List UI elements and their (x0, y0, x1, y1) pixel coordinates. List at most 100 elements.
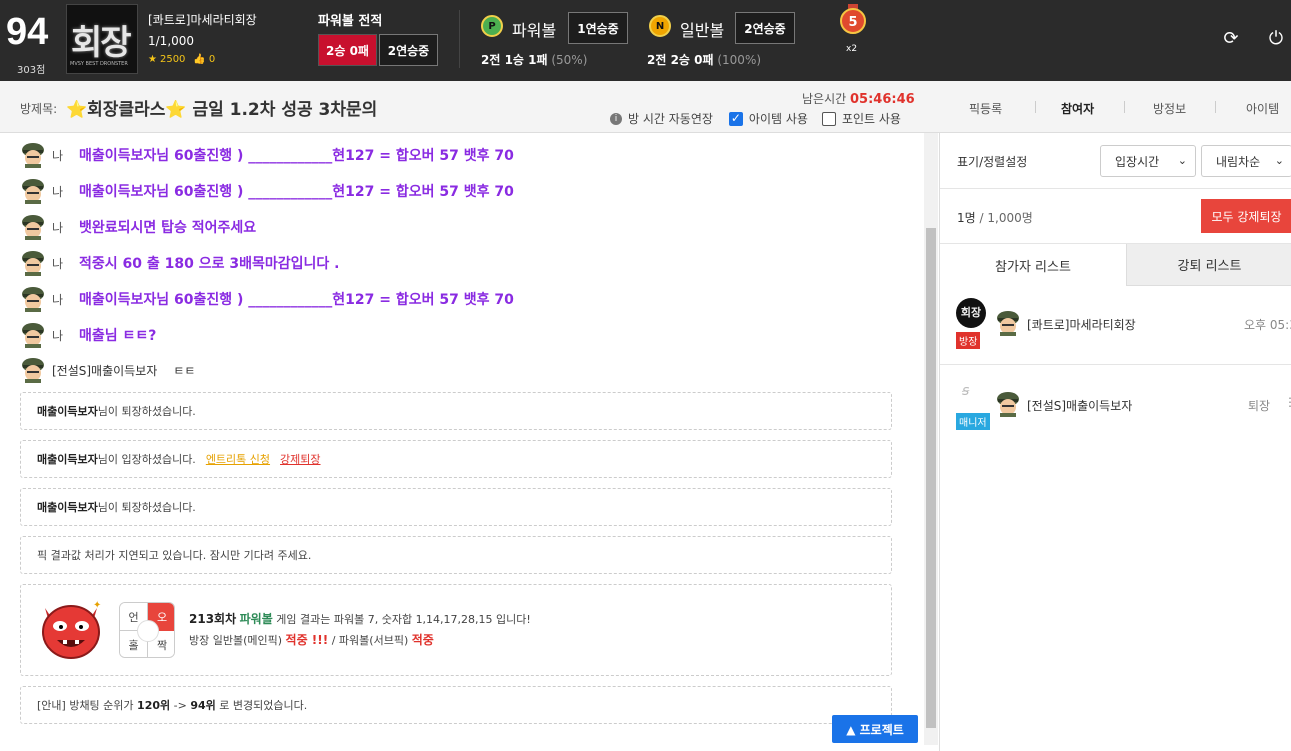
room-title-label: 방제목: (20, 102, 58, 116)
participant-row[interactable]: ꞩ 매니저 [전설S]매출이득보자 퇴장 ⋮ (940, 377, 1291, 441)
svg-text:✦: ✦ (93, 600, 101, 611)
point-use-label[interactable]: 포인트 사용 (842, 110, 901, 127)
chat-area: 나 매출이득보자님 60출진행 ) ____________현127 = 합오버… (0, 133, 924, 745)
soldier-avatar-icon (997, 311, 1019, 336)
tab-kicked[interactable]: 강퇴 리스트 (1126, 244, 1291, 286)
nav-pick-register[interactable]: 픽등록 (969, 100, 1002, 117)
info-icon: i (610, 112, 622, 125)
soldier-avatar-icon (22, 215, 44, 240)
host-stats: ★ 2500 👍 0 (148, 54, 215, 65)
soldier-avatar-icon (22, 358, 44, 383)
nav-items[interactable]: 아이템 (1246, 100, 1279, 117)
chat-sender-name[interactable]: [전설S]매출이득보자 (52, 362, 157, 379)
chat-message: 나 매출님 ㅌㅌ? (20, 320, 156, 350)
medal-number: 5 (848, 15, 857, 30)
soldier-avatar-icon (22, 179, 44, 204)
item-use-checkbox[interactable] (728, 111, 743, 126)
powerball-p-icon: P (481, 15, 503, 37)
refresh-icon[interactable]: ⟳ (1220, 28, 1242, 50)
host-name: [콰트로]마세라티회장 (148, 13, 257, 27)
nav-participants[interactable]: 참여자 (1061, 100, 1094, 117)
nav-separator (1124, 101, 1125, 113)
system-message: 매출이득보자 님이 퇴장하셨습니다. (20, 392, 892, 430)
room-title: ⭐회장클라스⭐ 금일 1.2차 성공 3차문의 (66, 100, 378, 120)
normalball-n-icon: N (649, 15, 671, 37)
like-stat: 👍 0 (193, 54, 216, 65)
normalball-label: 일반볼 (680, 21, 725, 40)
sort-settings-label: 표기/정렬설정 (957, 155, 1028, 169)
chat-message-text: 뱃완료되시면 탑승 적어주세요 (79, 220, 257, 236)
powerball-label: 파워볼 (512, 21, 557, 40)
host-logo-avatar: 회장 (956, 298, 986, 328)
chat-scrollbar[interactable] (924, 133, 938, 745)
participants-panel: 표기/정렬설정 입장시간 ⌄ 내림차순 ⌄ 1명 / 1,000명 모두 강제퇴장 … (939, 133, 1291, 751)
rank-notice-message: [안내] 방채팅 순위가 120위 -> 94위 로 변경되었습니다. (20, 686, 892, 724)
nav-separator (1035, 101, 1036, 113)
chat-message-other: [전설S]매출이득보자 ㅌㅌ (20, 355, 195, 385)
host-tag: 방장 (956, 332, 981, 349)
remaining-time: 남은시간 05:46:46 (802, 92, 915, 107)
star-stat: ★ 2500 (148, 54, 186, 65)
chat-scrollbar-thumb[interactable] (926, 228, 936, 728)
kick-all-button[interactable]: 모두 강제퇴장 (1201, 199, 1291, 233)
manager-logo-icon: ꞩ (962, 383, 970, 399)
medal-multiplier: x2 (846, 44, 858, 54)
logo-subtext: MVSY BEST DRONSTER (70, 61, 128, 67)
devil-mascot-icon: ✦ (42, 600, 101, 659)
chat-message-text: 적중시 60 출 180 으로 3배목마감입니다 . (79, 256, 340, 272)
powerball-record-badge: 2승 0패 (318, 34, 377, 66)
chat-message: 나 매출이득보자님 60출진행 ) ____________현127 = 합오버… (20, 140, 514, 170)
powerball-streak: 1연승중 (568, 12, 628, 44)
manager-tag: 매니저 (956, 413, 990, 430)
normalball-streak: 2연승중 (735, 12, 795, 44)
system-message: 매출이득보자 님이 퇴장하셨습니다. (20, 488, 892, 526)
star-icon: ★ (148, 54, 157, 65)
powerball-streak-badge: 2연승중 (379, 34, 438, 66)
chat-message-text: 매출이득보자님 60출진행 ) ____________현127 = 합오버 5… (79, 292, 514, 308)
chat-message: 나 매출이득보자님 60출진행 ) ____________현127 = 합오버… (20, 284, 514, 314)
participant-tabs: 참가자 리스트 강퇴 리스트 (940, 243, 1291, 286)
room-bar: 방제목: ⭐회장클라스⭐ 금일 1.2차 성공 3차문의 남은시간 05:46:… (0, 81, 1291, 133)
tab-participants[interactable]: 참가자 리스트 (940, 244, 1126, 286)
soldier-avatar-icon (22, 323, 44, 348)
point-use-checkbox[interactable] (821, 111, 836, 126)
participant-status: 퇴장 (1248, 399, 1271, 413)
power-icon[interactable]: ⏻ (1265, 28, 1287, 50)
logo-text: 회장 (71, 23, 132, 63)
participant-name: [전설S]매출이득보자 (1027, 399, 1133, 413)
room-options: i 방 시간 자동연장 아이템 사용 포인트 사용 (610, 110, 901, 127)
sort-order-select[interactable]: 내림차순 ⌄ (1201, 145, 1291, 177)
soldier-avatar-icon (22, 143, 44, 168)
soldier-avatar-icon (22, 251, 44, 276)
result-grid: 언 오 홀 짝 (119, 602, 175, 658)
host-count: 1/1,000 (148, 34, 195, 48)
entry-talk-request-link[interactable]: 엔트리톡 신청 (206, 451, 270, 467)
normalball-record: 2전 2승 0패 (100%) (647, 53, 762, 67)
auto-extend-label[interactable]: 방 시간 자동연장 (628, 110, 713, 127)
chat-message-text: 매출이득보자님 60출진행 ) ____________현127 = 합오버 5… (79, 148, 514, 164)
row-divider (940, 364, 1291, 365)
remaining-time-value: 05:46:46 (850, 92, 915, 107)
participant-name: [콰트로]마세라티회장 (1027, 318, 1136, 332)
system-message: 매출이득보자 님이 입장하셨습니다. 엔트리톡 신청 강제퇴장 (20, 440, 892, 478)
project-button[interactable]: ▲ 프로젝트 (832, 715, 918, 743)
item-use-label[interactable]: 아이템 사용 (749, 110, 808, 127)
thumbs-up-icon: 👍 (193, 54, 206, 65)
result-line-2: 방장 일반볼(메인픽) 적중 !!! / 파워볼(서브픽) 적중 (189, 633, 434, 647)
sort-field-select[interactable]: 입장시간 ⌄ (1100, 145, 1196, 177)
force-kick-link[interactable]: 강제퇴장 (280, 451, 320, 467)
powerball-record-title: 파워볼 전적 (318, 14, 383, 29)
powerball-record: 2전 1승 1패 (50%) (481, 53, 588, 67)
participant-row[interactable]: 회장 방장 [콰트로]마세라티회장 오후 05:3 (940, 296, 1291, 360)
more-options-icon[interactable]: ⋮ (1284, 395, 1291, 409)
room-logo: 회장 MVSY BEST DRONSTER (66, 4, 138, 74)
chat-message: 나 적중시 60 출 180 으로 3배목마감입니다 . (20, 248, 339, 278)
chat-message: 나 매출이득보자님 60출진행 ) ____________현127 = 합오버… (20, 176, 514, 206)
nav-separator (1215, 101, 1216, 113)
chevron-down-icon: ⌄ (1274, 154, 1284, 167)
nav-room-info[interactable]: 방정보 (1153, 100, 1186, 117)
chat-message-text: 매출님 ㅌㅌ? (79, 328, 157, 344)
chat-message: 나 뱃완료되시면 탑승 적어주세요 (20, 212, 256, 242)
game-result-message: ✦ 언 오 홀 짝 213회차 파워볼 게임 결과는 파워볼 7, 숫자합 1,… (20, 584, 892, 676)
medal-icon: 5 (840, 4, 866, 34)
